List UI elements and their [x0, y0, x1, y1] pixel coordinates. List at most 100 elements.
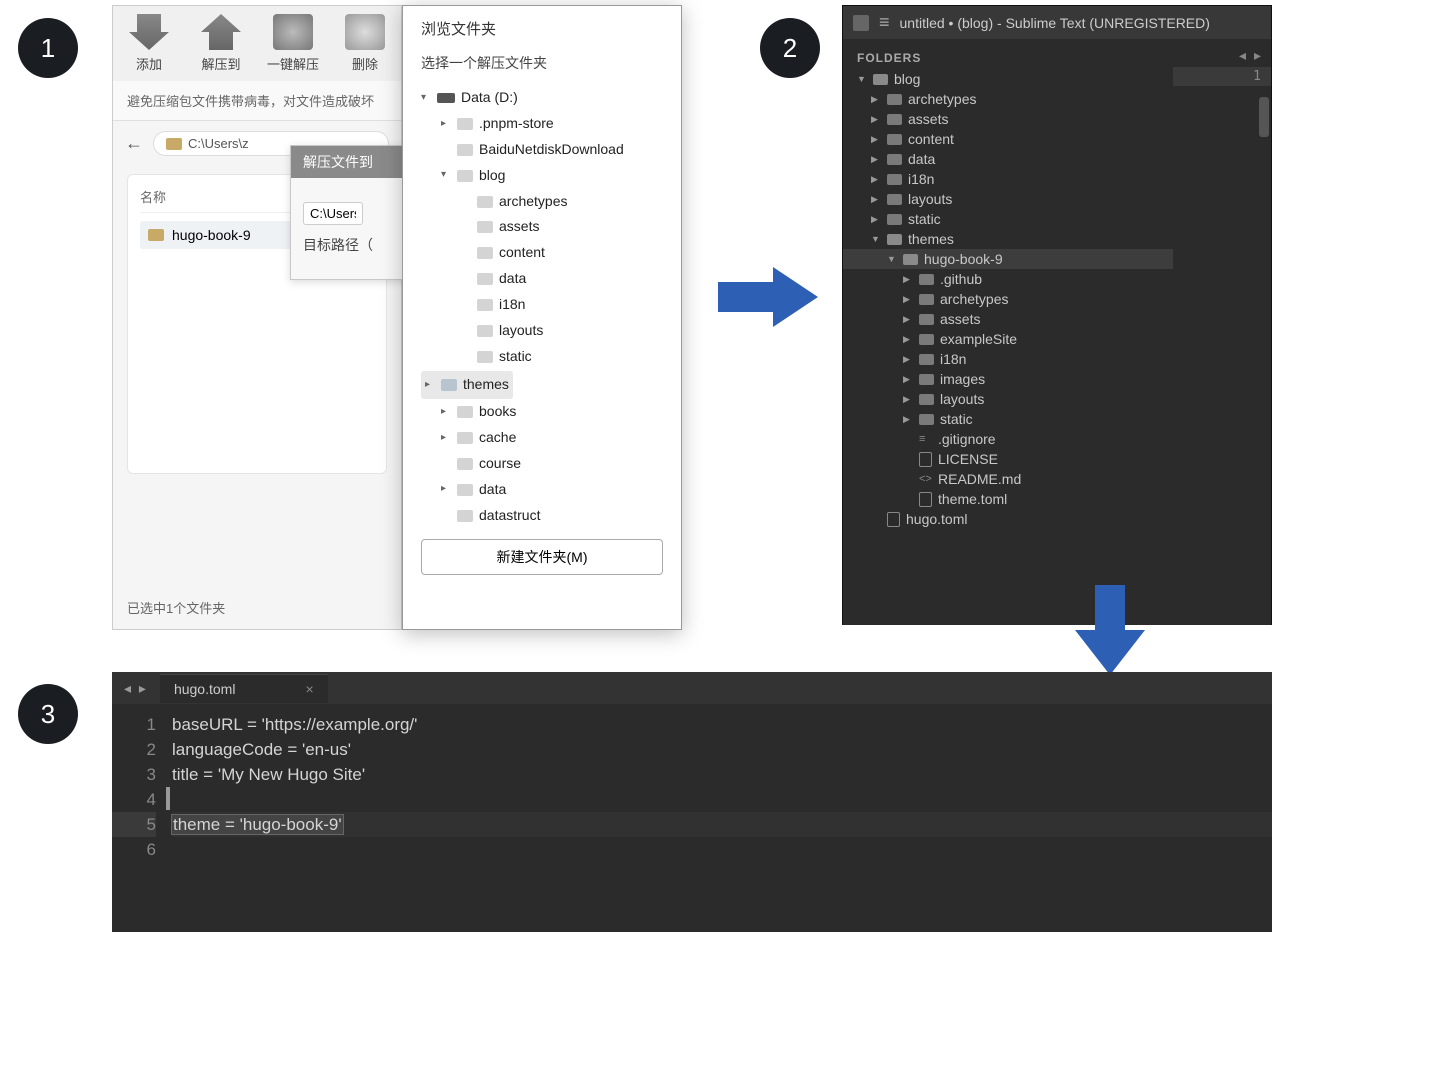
sidebar-item[interactable]: ▶images	[843, 369, 1173, 389]
step-badge-3: 3	[18, 684, 78, 744]
sidebar-item[interactable]: ▶assets	[843, 309, 1173, 329]
tree-node[interactable]: ▾Data (D:)	[421, 85, 663, 111]
add-icon	[129, 14, 169, 50]
folder-icon	[919, 414, 934, 425]
tree-node[interactable]: assets	[421, 214, 663, 240]
tab-close-icon[interactable]: ×	[305, 681, 313, 697]
delete-button[interactable]: 删除	[329, 14, 401, 73]
line-number: 1	[1173, 67, 1271, 86]
sidebar-item[interactable]: ▶exampleSite	[843, 329, 1173, 349]
tree-node[interactable]: layouts	[421, 318, 663, 344]
tree-node[interactable]: ▸cache	[421, 425, 663, 451]
tree-node[interactable]: BaiduNetdiskDownload	[421, 137, 663, 163]
sidebar-item[interactable]: ≡.gitignore	[843, 429, 1173, 449]
sidebar-item[interactable]: ▶archetypes	[843, 289, 1173, 309]
sidebar-item[interactable]: ▶layouts	[843, 389, 1173, 409]
arrow-right-icon	[718, 262, 818, 332]
folder-open-icon	[887, 234, 902, 245]
tree-node[interactable]: static	[421, 344, 663, 370]
tab-nav-icon[interactable]: ◂ ▸	[112, 680, 160, 697]
browse-folder-dialog: 浏览文件夹 选择一个解压文件夹 ▾Data (D:)▸.pnpm-storeBa…	[402, 5, 682, 630]
folders-header: FOLDERS	[843, 47, 1173, 69]
scrollbar-handle[interactable]	[1259, 97, 1269, 137]
tree-node[interactable]: ▸.pnpm-store	[421, 111, 663, 137]
change-marker	[166, 787, 170, 810]
sidebar-item[interactable]: <>README.md	[843, 469, 1173, 489]
sidebar-item[interactable]: ▶content	[843, 129, 1173, 149]
folder-icon	[887, 194, 902, 205]
file-icon	[887, 512, 900, 527]
folder-icon	[148, 229, 164, 241]
sidebar-item[interactable]: ▶archetypes	[843, 89, 1173, 109]
title-bar: ≡ untitled • (blog) - Sublime Text (UNRE…	[843, 6, 1271, 39]
tree-node[interactable]: data	[421, 266, 663, 292]
tab-nav-icon[interactable]: ◂ ▸	[1239, 47, 1263, 64]
sidebar-item[interactable]: ▶.github	[843, 269, 1173, 289]
sidebar-item[interactable]: ▼hugo-book-9	[843, 249, 1173, 269]
sidebar-item[interactable]: theme.toml	[843, 489, 1173, 509]
folder-icon	[887, 214, 902, 225]
tree-node[interactable]: ▸books	[421, 399, 663, 425]
sidebar-item[interactable]: ▶i18n	[843, 169, 1173, 189]
tree-node[interactable]: datastruct	[421, 503, 663, 525]
popup-title: 解压文件到	[291, 146, 404, 178]
sidebar-item[interactable]: ▶assets	[843, 109, 1173, 129]
path-input[interactable]	[303, 202, 363, 225]
folder-open-icon	[903, 254, 918, 265]
file-icon	[919, 492, 932, 507]
tree-node[interactable]: content	[421, 240, 663, 266]
sidebar-item[interactable]: LICENSE	[843, 449, 1173, 469]
sidebar-item[interactable]: ▶i18n	[843, 349, 1173, 369]
sidebar-item[interactable]: ▶static	[843, 409, 1173, 429]
tree-node[interactable]: i18n	[421, 292, 663, 318]
folder-icon	[887, 114, 902, 125]
folder-icon	[887, 134, 902, 145]
tab-label: hugo.toml	[174, 681, 235, 697]
folder-icon	[919, 294, 934, 305]
tab-bar: ◂ ▸ hugo.toml ×	[112, 672, 1272, 704]
status-bar: 已选中1个文件夹	[127, 598, 225, 617]
info-bar: 避免压缩包文件携带病毒，对文件造成破坏	[113, 81, 401, 121]
back-button[interactable]: ←	[125, 133, 143, 154]
code-area[interactable]: 123456 baseURL = 'https://example.org/'l…	[112, 704, 1272, 870]
extract-to-button[interactable]: 解压到	[185, 14, 257, 73]
folder-icon	[919, 314, 934, 325]
window-title: untitled • (blog) - Sublime Text (UNREGI…	[900, 15, 1210, 31]
extract-icon	[201, 14, 241, 50]
tree-node[interactable]: ▸themes	[421, 371, 513, 399]
sidebar-item[interactable]: ▼blog	[843, 69, 1173, 89]
menu-icon[interactable]: ≡	[879, 12, 890, 33]
lines-icon: ≡	[919, 433, 932, 446]
archive-window: 添加 解压到 一键解压 删除 避免压缩包文件携带病毒，对文件造成破坏 ← C:\…	[112, 5, 402, 630]
tree-node[interactable]: archetypes	[421, 189, 663, 215]
folder-icon	[166, 138, 182, 150]
sidebar-item[interactable]: ▶layouts	[843, 189, 1173, 209]
tab-hugo-toml[interactable]: hugo.toml ×	[160, 674, 328, 703]
one-click-extract-button[interactable]: 一键解压	[257, 14, 329, 73]
folder-tree[interactable]: ▾Data (D:)▸.pnpm-storeBaiduNetdiskDownlo…	[403, 85, 681, 525]
code-editor: ◂ ▸ hugo.toml × 123456 baseURL = 'https:…	[112, 672, 1272, 932]
arrow-down-icon	[1070, 585, 1150, 675]
add-button[interactable]: 添加	[113, 14, 185, 73]
toolbar: 添加 解压到 一键解压 删除	[113, 6, 401, 81]
folder-icon	[919, 274, 934, 285]
step-badge-1: 1	[18, 18, 78, 78]
sidebar-item[interactable]: hugo.toml	[843, 509, 1173, 529]
sidebar-item[interactable]: ▶data	[843, 149, 1173, 169]
sidebar-item[interactable]: ▶static	[843, 209, 1173, 229]
dialog-title: 浏览文件夹	[403, 6, 681, 45]
editor-pane[interactable]: ◂ ▸ 1	[1173, 39, 1271, 625]
tree-node[interactable]: ▸data	[421, 477, 663, 503]
folder-icon	[887, 154, 902, 165]
new-folder-button[interactable]: 新建文件夹(M)	[421, 539, 663, 575]
folder-icon	[919, 354, 934, 365]
sidebar-item[interactable]: ▼themes	[843, 229, 1173, 249]
extract-popup: 解压文件到 目标路径（	[290, 145, 405, 280]
sublime-window: ≡ untitled • (blog) - Sublime Text (UNRE…	[842, 5, 1272, 625]
tree-node[interactable]: course	[421, 451, 663, 477]
tree-node[interactable]: ▾blog	[421, 163, 663, 189]
code-text[interactable]: baseURL = 'https://example.org/'language…	[172, 704, 1272, 870]
folder-open-icon	[873, 74, 888, 85]
folder-icon	[887, 94, 902, 105]
code-icon: <>	[919, 473, 932, 486]
